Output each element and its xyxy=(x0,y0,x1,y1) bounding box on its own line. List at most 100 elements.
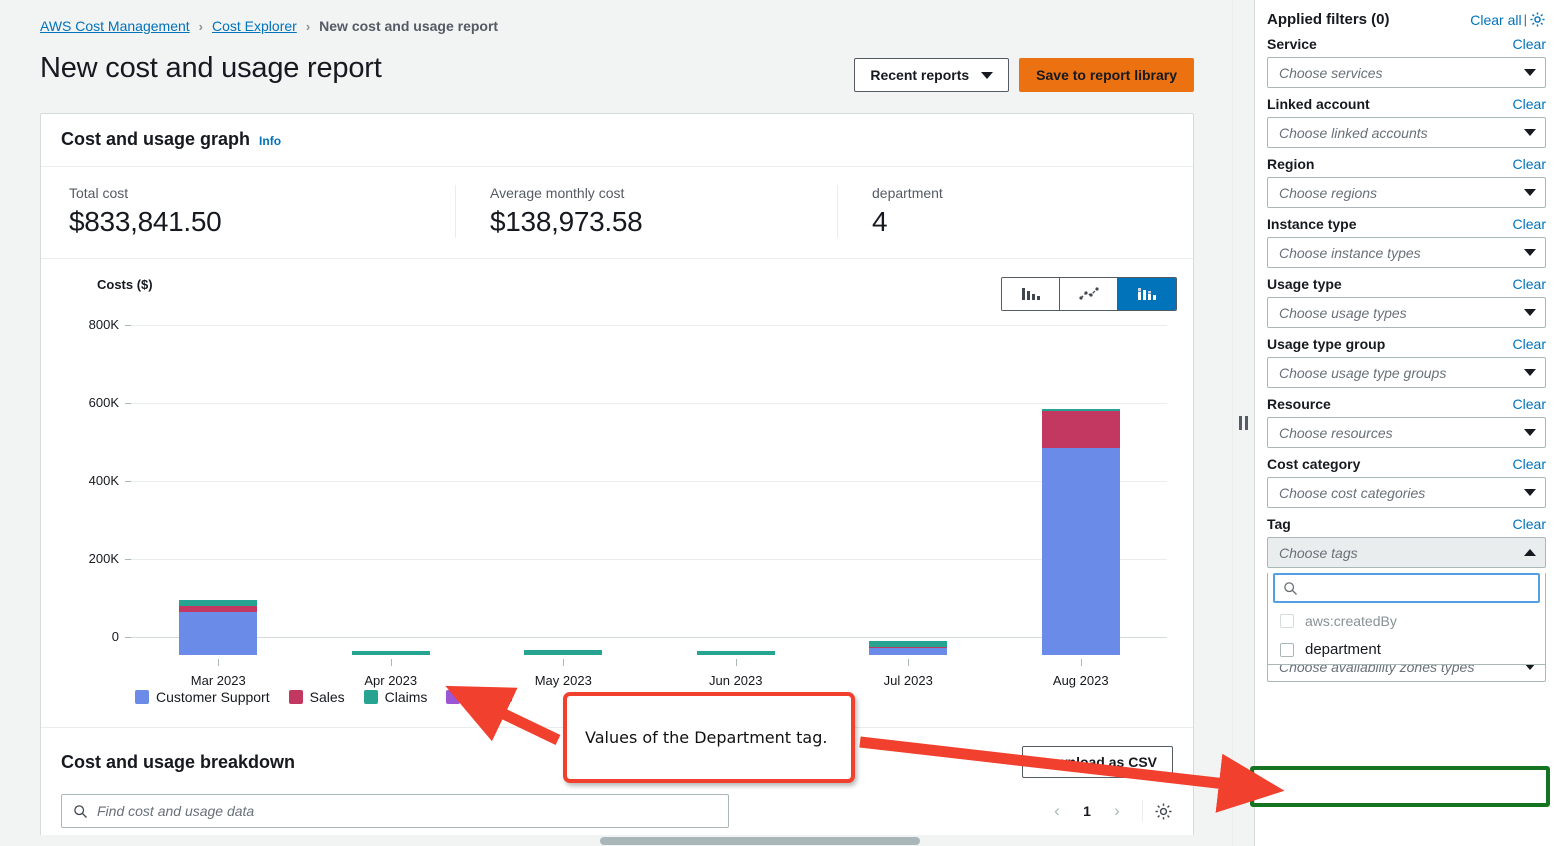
breadcrumb-link-aws-cost-management[interactable]: AWS Cost Management xyxy=(40,18,190,34)
bar-segment[interactable] xyxy=(352,651,430,655)
legend-item[interactable]: Customer Support xyxy=(135,689,270,705)
chart-type-toggle xyxy=(1001,277,1177,311)
filter-select-cost-category[interactable]: Choose cost categories xyxy=(1267,477,1546,508)
filter-group-usage-type-group: Usage type groupClear Choose usage type g… xyxy=(1267,336,1546,388)
filter-select-service[interactable]: Choose services xyxy=(1267,57,1546,88)
legend-item[interactable]: Quotes xyxy=(446,689,512,705)
x-axis-label: Aug 2023 xyxy=(995,659,1168,688)
filter-group-clear-button[interactable]: Clear xyxy=(1513,516,1546,532)
filter-select-usage-type-group[interactable]: Choose usage type groups xyxy=(1267,357,1546,388)
filter-select-usage-type[interactable]: Choose usage types xyxy=(1267,297,1546,328)
breadcrumb-separator-icon: › xyxy=(199,19,203,34)
bar-chart-icon-button[interactable] xyxy=(1002,278,1060,310)
x-axis-label: Apr 2023 xyxy=(305,659,478,688)
filter-group-clear-button[interactable]: Clear xyxy=(1513,396,1546,412)
filter-group-header: Linked accountClear xyxy=(1267,96,1546,112)
bar-segment[interactable] xyxy=(1042,448,1120,655)
page-title: New cost and usage report xyxy=(40,52,382,85)
filter-group-clear-button[interactable]: Clear xyxy=(1513,456,1546,472)
breakdown-search-placeholder: Find cost and usage data xyxy=(97,803,254,819)
kpi-value: $138,973.58 xyxy=(490,206,797,238)
legend-item[interactable]: Claims xyxy=(364,689,428,705)
breadcrumb-current: New cost and usage report xyxy=(319,18,498,34)
tag-select-trigger[interactable]: Choose tags xyxy=(1267,537,1546,568)
filter-group-clear-button[interactable]: Clear xyxy=(1513,216,1546,232)
bar-slot xyxy=(822,343,995,655)
chevron-up-icon xyxy=(1524,549,1536,556)
search-icon xyxy=(73,804,88,819)
horizontal-scrollbar[interactable] xyxy=(40,835,1194,846)
legend-item[interactable]: Sales xyxy=(289,689,345,705)
bar-segment[interactable] xyxy=(524,650,602,655)
filter-group-clear-button[interactable]: Clear xyxy=(1513,36,1546,52)
checkbox[interactable] xyxy=(1280,614,1294,628)
stacked-bar[interactable] xyxy=(1042,409,1120,655)
chart-y-axis-title: Costs ($) xyxy=(57,277,153,292)
filter-group-label: Service xyxy=(1267,36,1317,52)
filter-group-clear-button[interactable]: Clear xyxy=(1513,96,1546,112)
filter-select-instance-type[interactable]: Choose instance types xyxy=(1267,237,1546,268)
filters-header: Applied filters (0) Clear all | xyxy=(1267,8,1546,36)
x-axis-label: Jun 2023 xyxy=(650,659,823,688)
clear-all-button[interactable]: Clear all xyxy=(1470,12,1521,28)
breadcrumb-link-cost-explorer[interactable]: Cost Explorer xyxy=(212,18,297,34)
tag-option-aws-createdby[interactable]: aws:createdBy xyxy=(1268,607,1545,635)
table-preferences-gear-icon[interactable] xyxy=(1154,802,1173,821)
bar-segment[interactable] xyxy=(869,648,947,655)
filter-group-header: Instance typeClear xyxy=(1267,216,1546,232)
stacked-bar[interactable] xyxy=(869,641,947,655)
bar-segment[interactable] xyxy=(697,651,775,655)
y-tick-mark xyxy=(125,637,131,638)
stacked-bar[interactable] xyxy=(352,651,430,655)
filters-settings-gear-icon[interactable] xyxy=(1529,11,1546,28)
breakdown-title: Cost and usage breakdown xyxy=(61,752,295,773)
stacked-bar[interactable] xyxy=(179,600,257,655)
filter-select-linked-account[interactable]: Choose linked accounts xyxy=(1267,117,1546,148)
line-chart-icon-button[interactable] xyxy=(1060,278,1118,310)
filter-group-header: Usage type groupClear xyxy=(1267,336,1546,352)
pagination-page-number: 1 xyxy=(1075,803,1099,819)
tag-option-department[interactable]: department xyxy=(1268,635,1545,664)
chart-top-row: Costs ($) xyxy=(57,277,1177,311)
info-link[interactable]: Info xyxy=(259,134,281,148)
bar-segment[interactable] xyxy=(179,612,257,655)
breakdown-pagination: ‹ 1 › xyxy=(1043,797,1173,825)
y-tick-mark xyxy=(125,403,131,404)
tag-search-input[interactable] xyxy=(1273,573,1540,603)
recent-reports-button[interactable]: Recent reports xyxy=(854,58,1009,92)
chevron-down-icon xyxy=(1524,309,1536,316)
legend-swatch xyxy=(135,690,149,704)
download-as-csv-button[interactable]: Download as CSV xyxy=(1022,746,1173,778)
breakdown-search-box[interactable]: Find cost and usage data xyxy=(61,794,729,828)
y-tick-label: 800K xyxy=(57,317,119,332)
bar-segment[interactable] xyxy=(1042,411,1120,448)
chart-area: Costs ($) xyxy=(41,259,1193,727)
filter-group-label: Usage type xyxy=(1267,276,1342,292)
tag-option-label: department xyxy=(1305,641,1381,658)
save-to-report-library-button[interactable]: Save to report library xyxy=(1019,58,1194,92)
pagination-prev-button[interactable]: ‹ xyxy=(1043,797,1071,825)
graph-card-title: Cost and usage graph xyxy=(61,129,250,150)
chart-x-axis-labels: Mar 2023Apr 2023May 2023Jun 2023Jul 2023… xyxy=(132,659,1167,688)
stacked-bar[interactable] xyxy=(697,651,775,655)
gridline xyxy=(131,325,1167,326)
filter-select-region[interactable]: Choose regions xyxy=(1267,177,1546,208)
bar-slot xyxy=(650,343,823,655)
panel-splitter[interactable] xyxy=(1232,0,1254,846)
pagination-next-button[interactable]: › xyxy=(1103,797,1131,825)
filter-group-clear-button[interactable]: Clear xyxy=(1513,336,1546,352)
filter-select-placeholder: Choose cost categories xyxy=(1279,485,1425,501)
kpi-total-cost: Total cost $833,841.50 xyxy=(69,185,455,238)
filter-group-clear-button[interactable]: Clear xyxy=(1513,276,1546,292)
kpi-label: Average monthly cost xyxy=(490,185,797,201)
stacked-bar-chart-icon-button[interactable] xyxy=(1118,278,1176,310)
checkbox[interactable] xyxy=(1280,643,1294,657)
horizontal-scrollbar-thumb[interactable] xyxy=(600,837,920,845)
filter-group-header: Tag Clear xyxy=(1267,516,1546,532)
filter-group-header: Cost categoryClear xyxy=(1267,456,1546,472)
y-tick-label: 200K xyxy=(57,551,119,566)
filter-group-usage-type: Usage type Clear Choose usage types xyxy=(1267,276,1546,328)
stacked-bar[interactable] xyxy=(524,650,602,655)
filter-select-resource[interactable]: Choose resources xyxy=(1267,417,1546,448)
filter-group-clear-button[interactable]: Clear xyxy=(1513,156,1546,172)
